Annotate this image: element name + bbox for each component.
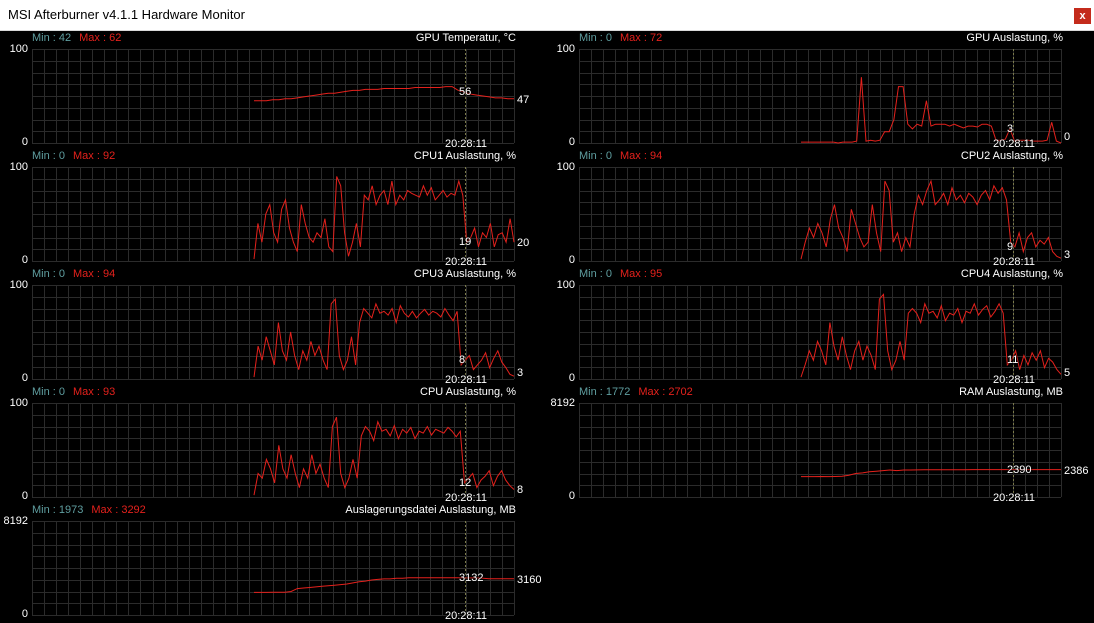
graph-panel-gpu-usage[interactable]: Min : 0 Max : 72 GPU Auslastung, % 100 0 3 0 20… <box>547 30 1094 150</box>
graph-panel-pagefile-usage[interactable]: Min : 1973 Max : 3292 Auslagerungsdatei Au… <box>0 502 547 622</box>
graph-grid <box>32 167 515 262</box>
graph-grid <box>579 285 1062 380</box>
graph-panel-cpu2-usage[interactable]: Min : 0 Max : 94 CPU2 Auslastung, % 100 0 9 3 2… <box>547 148 1094 268</box>
graph-panel-gpu-temp[interactable]: Min : 42 Max : 62 GPU Temperatur, °C 100 0 56… <box>0 30 547 150</box>
graph-series-line <box>254 86 514 102</box>
cursor-value-label: 2390 <box>1007 463 1032 476</box>
graph-series-line <box>801 77 1062 144</box>
graph-series-line <box>800 293 1062 378</box>
cursor-value-label: 8 <box>459 354 466 367</box>
time-label: 20:28:11 <box>445 610 488 622</box>
graph-panel-cpu4-usage[interactable]: Min : 0 Max : 95 CPU4 Auslastung, % 100 0 11 5… <box>547 266 1094 386</box>
current-value-label: 3 <box>1064 249 1071 261</box>
close-button[interactable]: x <box>1074 8 1091 24</box>
graph-grid <box>32 49 515 144</box>
cursor-value-label: 3132 <box>459 571 484 584</box>
graph-series-line <box>253 176 515 260</box>
cursor-value-label: 12 <box>459 476 472 489</box>
current-value-label: 47 <box>517 93 530 106</box>
current-value-label: 20 <box>517 237 530 250</box>
graph-panel-ram-usage[interactable]: Min : 1772 Max : 2702 RAM Auslastung, MB 81… <box>547 384 1094 504</box>
window-title: MSI Afterburner v4.1.1 Hardware Monitor <box>8 7 245 22</box>
hardware-monitor-graphs[interactable]: Min : 42 Max : 62 GPU Temperatur, °C 100 0 56… <box>0 30 1094 622</box>
graph-grid <box>32 285 515 380</box>
graph-panel-cpu3-usage[interactable]: Min : 0 Max : 94 CPU3 Auslastung, % 100 0 8 3 2… <box>0 266 547 386</box>
graph-series-line <box>253 416 515 496</box>
cursor-value-label: 9 <box>1007 240 1014 253</box>
graph-panel-cpu-usage[interactable]: Min : 0 Max : 93 CPU Auslastung, % 100 0 12 8 2… <box>0 384 547 504</box>
graph-grid <box>579 403 1062 498</box>
cursor-value-label: 56 <box>459 86 472 99</box>
time-label: 20:28:11 <box>993 492 1036 504</box>
current-value-label: 3160 <box>517 573 542 586</box>
graph-plot-area[interactable] <box>547 384 1094 502</box>
graph-panel-cpu1-usage[interactable]: Min : 0 Max : 92 CPU1 Auslastung, % 100 0 19 2… <box>0 148 547 268</box>
cursor-value-label: 19 <box>459 236 472 249</box>
window-titlebar[interactable]: MSI Afterburner v4.1.1 Hardware Monitor … <box>0 0 1094 31</box>
graph-grid <box>32 403 515 498</box>
graph-grid <box>579 167 1062 262</box>
current-value-label: 2386 <box>1064 464 1089 477</box>
graph-plot-area[interactable] <box>0 502 547 620</box>
current-value-label: 3 <box>517 367 524 379</box>
current-value-label: 0 <box>1064 131 1071 143</box>
graph-grid <box>579 49 1062 144</box>
graph-series-line <box>253 297 515 378</box>
cursor-value-label: 11 <box>1007 354 1019 367</box>
graph-series-line <box>800 179 1062 260</box>
cursor-value-label: 3 <box>1007 123 1014 135</box>
graph-grid <box>32 521 515 616</box>
current-value-label: 5 <box>1064 367 1071 379</box>
current-value-label: 8 <box>517 484 524 497</box>
